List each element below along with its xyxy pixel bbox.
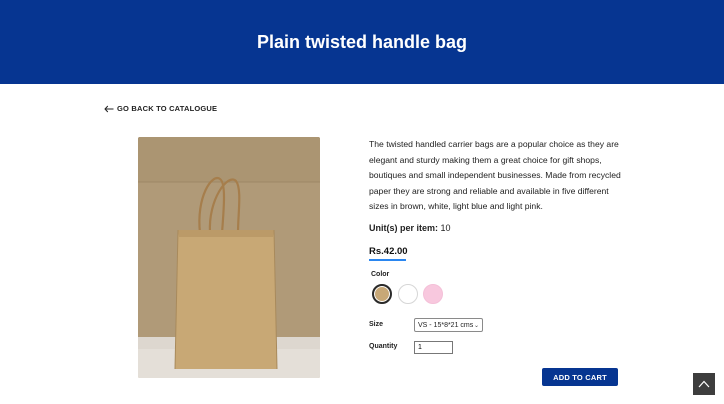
page-header: Plain twisted handle bag (0, 0, 724, 84)
color-swatch-brown[interactable] (372, 284, 392, 304)
paper-bag-illustration (138, 137, 320, 378)
arrow-left-icon (104, 105, 114, 112)
add-to-cart-button[interactable]: ADD TO CART (542, 368, 618, 386)
product-image (138, 137, 320, 378)
color-swatch-white[interactable] (398, 284, 418, 304)
scroll-to-top-button[interactable] (693, 373, 715, 395)
size-select[interactable]: VS - 15*8*21 cms ⌄ (414, 318, 483, 332)
product-description: The twisted handled carrier bags are a p… (369, 139, 621, 212)
color-label: Color (371, 271, 390, 278)
product-price: Rs.42.00 (369, 246, 408, 261)
back-to-catalogue-link[interactable]: GO BACK TO CATALOGUE (104, 104, 217, 113)
back-link-label: GO BACK TO CATALOGUE (117, 104, 218, 113)
units-per-item: Unit(s) per item: 10 (369, 223, 451, 233)
chevron-down-icon: ⌄ (473, 322, 479, 329)
page-title: Plain twisted handle bag (256, 31, 468, 52)
quantity-label: Quantity (369, 343, 398, 350)
units-value: 10 (440, 223, 451, 233)
color-swatch-light-pink[interactable] (423, 284, 443, 304)
quantity-input[interactable] (414, 341, 453, 354)
size-label: Size (369, 321, 384, 328)
units-label: Unit(s) per item: (369, 223, 439, 233)
size-selected-value: VS - 15*8*21 cms (418, 321, 474, 329)
chevron-up-icon (698, 380, 710, 388)
